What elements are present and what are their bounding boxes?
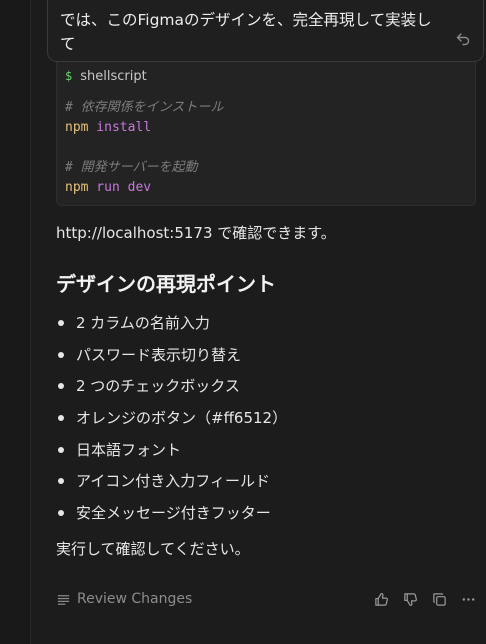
thumbs-down-icon[interactable]: [403, 592, 418, 607]
left-rail: [0, 0, 31, 644]
code-argument: run dev: [88, 180, 152, 195]
list-item: 安全メッセージ付きフッター: [56, 502, 287, 534]
code-line: # 依存関係をインストール: [65, 98, 223, 118]
user-message-text: では、このFigmaのデザインを、完全再現して実装して: [60, 11, 432, 53]
code-line: npm run dev: [65, 178, 223, 198]
code-command: npm: [65, 120, 89, 135]
section-heading: デザインの再現ポイント: [56, 272, 276, 296]
terminal-icon: $: [65, 69, 73, 83]
thumbs-up-icon[interactable]: [374, 592, 389, 607]
message-actions: [374, 592, 476, 607]
more-icon[interactable]: [461, 592, 476, 607]
url-line: http://localhost:5173 で確認できます。: [56, 224, 336, 242]
code-body: # 依存関係をインストール npm install # 開発サーバーを起動 npm …: [65, 98, 223, 198]
code-line: npm install: [65, 118, 223, 138]
list-item: パスワード表示切り替え: [56, 344, 287, 376]
closing-text: 実行して確認してください。: [56, 540, 250, 558]
code-line: # 開発サーバーを起動: [65, 158, 223, 178]
list-icon: [57, 594, 70, 605]
code-argument: install: [88, 120, 152, 135]
bullet-list: 2 カラムの名前入力 パスワード表示切り替え 2 つのチェックボックス オレンジ…: [56, 312, 287, 534]
code-command: npm: [65, 180, 89, 195]
list-item: 日本語フォント: [56, 439, 287, 471]
code-comment: # 依存関係をインストール: [65, 100, 224, 115]
message-footer: Review Changes: [56, 588, 476, 610]
code-block: $ shellscript # 依存関係をインストール npm install #…: [56, 62, 476, 206]
list-item: オレンジのボタン（#ff6512）: [56, 407, 287, 439]
review-changes-button[interactable]: Review Changes: [56, 591, 192, 607]
list-item: アイコン付き入力フィールド: [56, 470, 287, 502]
user-message-bubble: では、このFigmaのデザインを、完全再現して実装して: [47, 0, 484, 62]
copy-icon[interactable]: [432, 592, 447, 607]
list-item: 2 カラムの名前入力: [56, 312, 287, 344]
code-language-label: shellscript: [80, 68, 147, 84]
undo-icon[interactable]: [455, 30, 471, 46]
code-comment: # 開発サーバーを起動: [65, 160, 198, 175]
list-item: 2 つのチェックボックス: [56, 375, 287, 407]
code-block-header: $ shellscript: [65, 66, 265, 86]
review-changes-label: Review Changes: [77, 591, 193, 607]
